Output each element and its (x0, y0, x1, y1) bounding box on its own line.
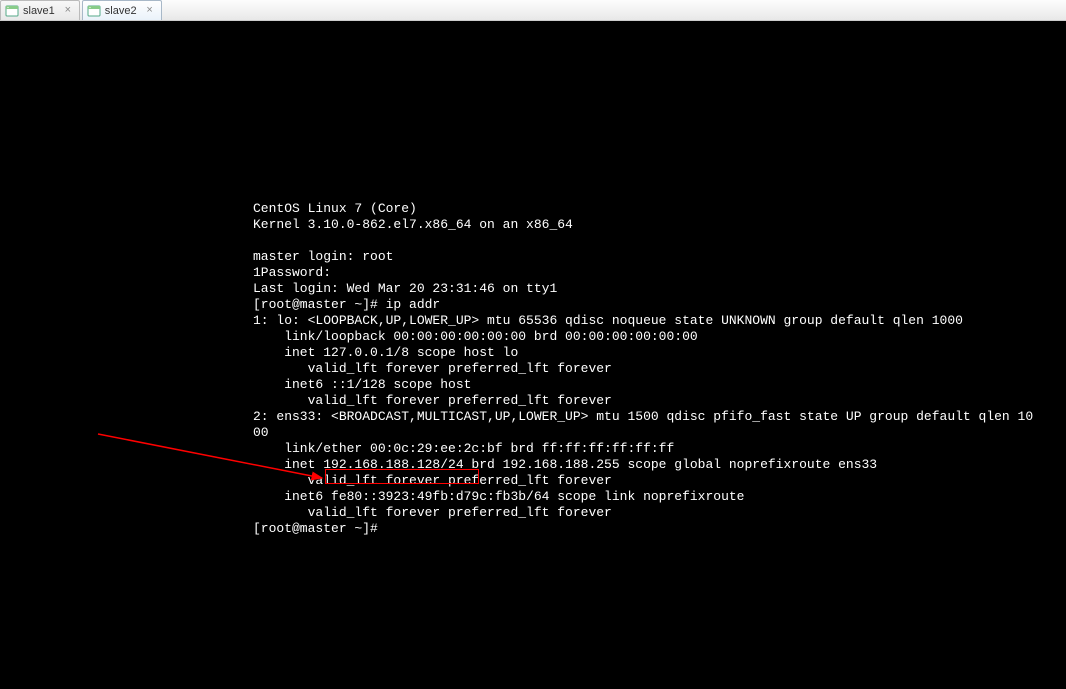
tab-slave2[interactable]: slave2 × (82, 0, 162, 20)
terminal-line: 1Password: (253, 265, 331, 280)
tab-label: slave2 (105, 5, 137, 17)
tab-slave1[interactable]: slave1 × (0, 0, 80, 20)
terminal-line: Kernel 3.10.0-862.el7.x86_64 on an x86_6… (253, 217, 573, 232)
terminal-line: CentOS Linux 7 (Core) (253, 201, 417, 216)
terminal-line: Last login: Wed Mar 20 23:31:46 on tty1 (253, 281, 557, 296)
terminal-line: link/ether 00:0c:29:ee:2c:bf brd ff:ff:f… (253, 441, 674, 456)
close-icon[interactable]: × (63, 6, 73, 16)
terminal-line: valid_lft forever preferred_lft forever (253, 505, 612, 520)
close-icon[interactable]: × (145, 6, 155, 16)
terminal-line: inet 192.168.188.128/24 brd 192.168.188.… (253, 457, 877, 472)
terminal-line: valid_lft forever preferred_lft forever (253, 361, 612, 376)
tab-label: slave1 (23, 5, 55, 17)
terminal-line: 00 (253, 425, 269, 440)
terminal-line: valid_lft forever preferred_lft forever (253, 393, 612, 408)
terminal-line: 2: ens33: <BROADCAST,MULTICAST,UP,LOWER_… (253, 409, 1033, 424)
terminal-line: master login: root (253, 249, 393, 264)
terminal-output: CentOS Linux 7 (Core) Kernel 3.10.0-862.… (253, 201, 1033, 537)
terminal-line: [root@master ~]# (253, 521, 378, 536)
terminal-line: inet6 ::1/128 scope host (253, 377, 471, 392)
terminal-line: valid_lft forever preferred_lft forever (253, 473, 612, 488)
terminal-line: inet6 fe80::3923:49fb:d79c:fb3b/64 scope… (253, 489, 744, 504)
terminal-line: [root@master ~]# ip addr (253, 297, 440, 312)
terminal-tab-icon (5, 4, 19, 18)
terminal-line: 1: lo: <LOOPBACK,UP,LOWER_UP> mtu 65536 … (253, 313, 963, 328)
terminal-line: inet 127.0.0.1/8 scope host lo (253, 345, 518, 360)
terminal-line: link/loopback 00:00:00:00:00:00 brd 00:0… (253, 329, 698, 344)
tab-bar: slave1 × slave2 × (0, 0, 1066, 21)
terminal-viewport[interactable]: CentOS Linux 7 (Core) Kernel 3.10.0-862.… (0, 21, 1066, 689)
terminal-tab-icon (87, 4, 101, 18)
